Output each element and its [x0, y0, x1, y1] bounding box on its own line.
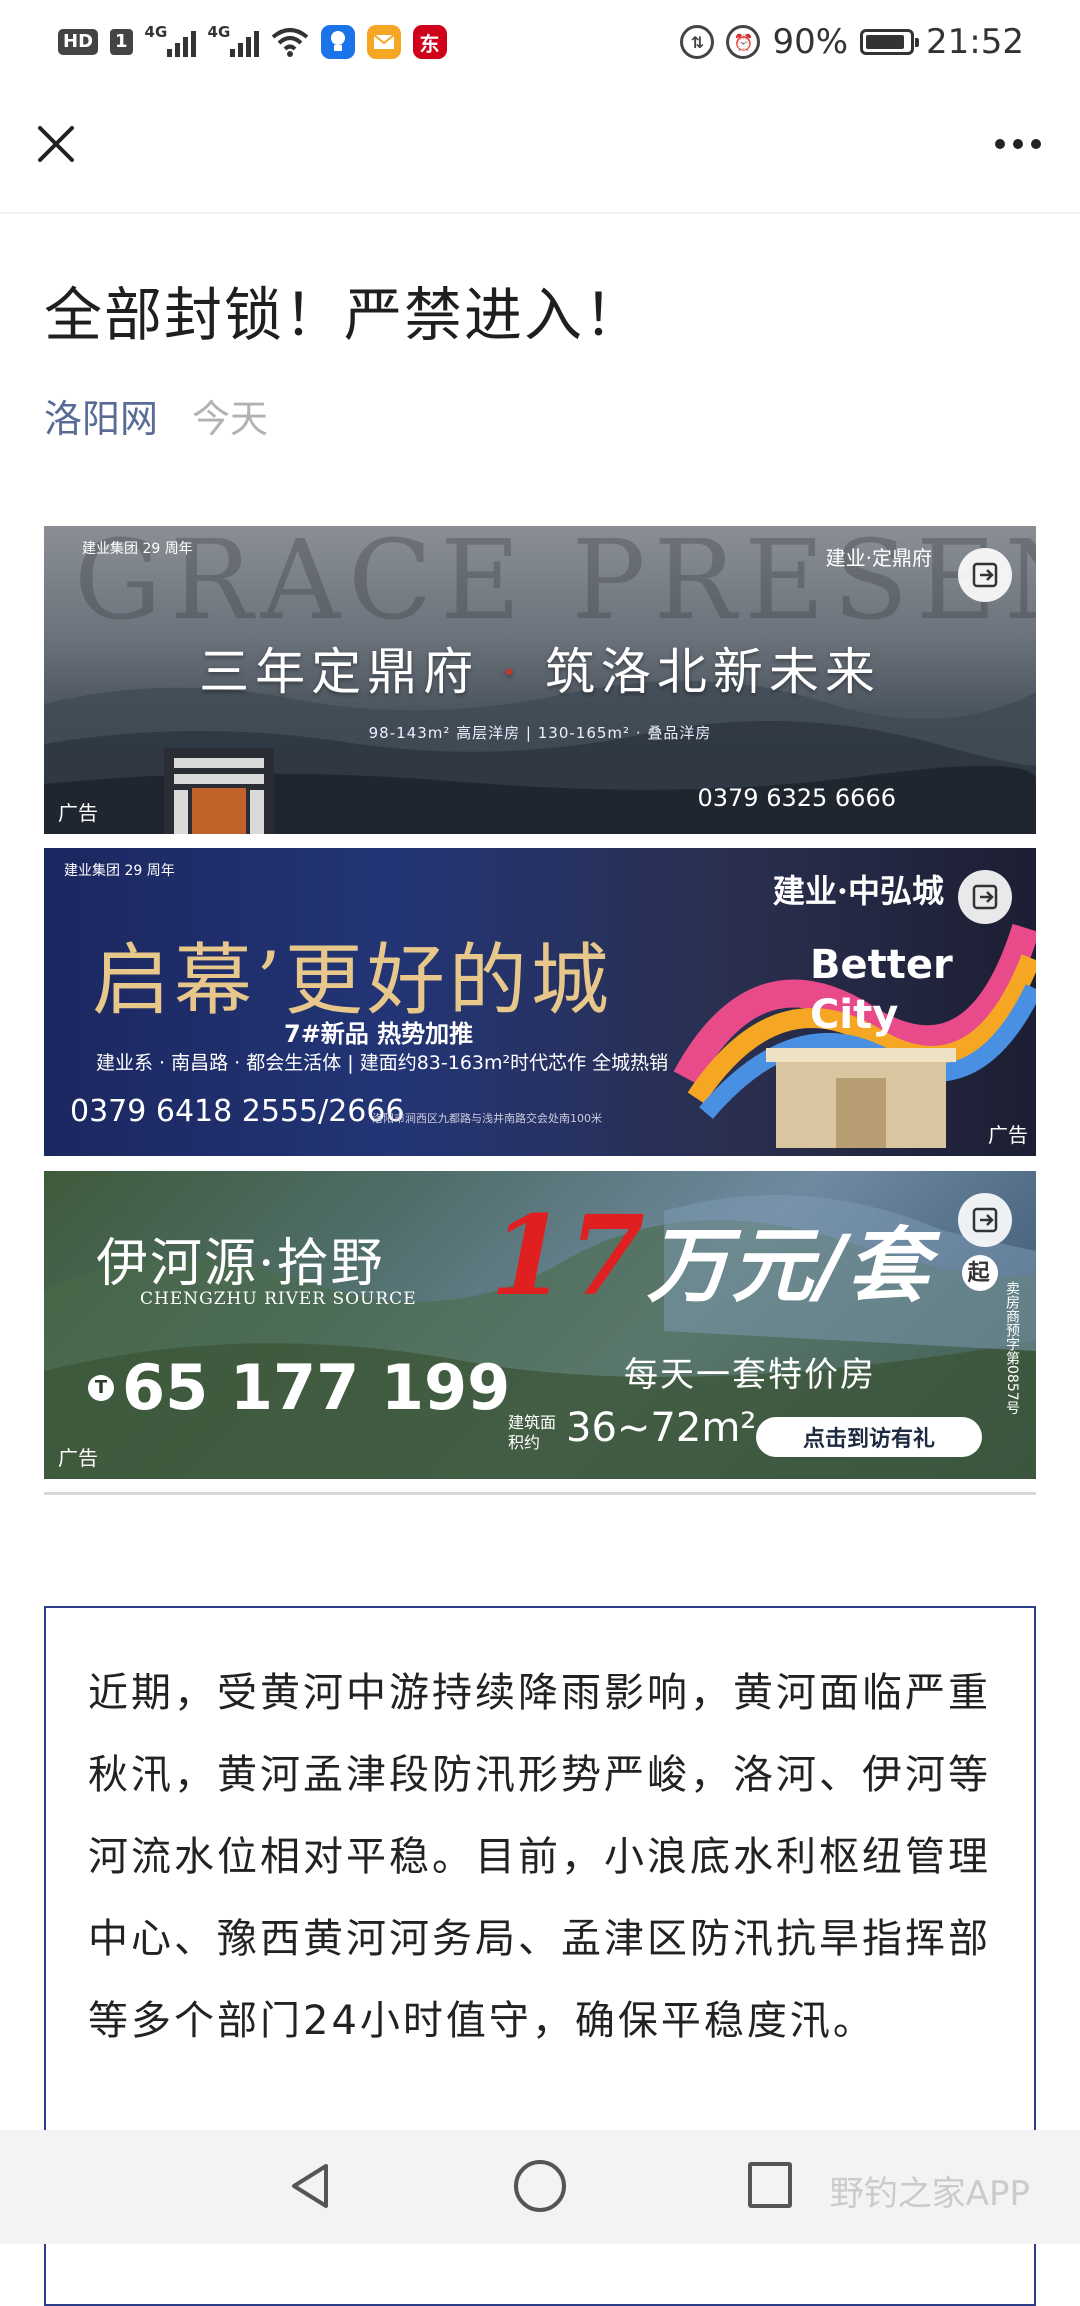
ad-price: 17万元/套 起 — [490, 1191, 998, 1320]
ad-area-label: 建筑面积约 — [508, 1413, 557, 1452]
alarm-icon: ⏰ — [726, 25, 761, 59]
ad-slogan: Better City — [810, 942, 953, 1038]
ad-exit-icon[interactable] — [958, 548, 1012, 602]
ad-phone: T 65 177 199 — [88, 1351, 510, 1424]
ad-banner-dingdingfu[interactable]: GRACE PRESENT 建业集团 29 周年 建业·定鼎府 三年定鼎府 · … — [44, 526, 1036, 834]
divider — [44, 1492, 1036, 1495]
ad-cta-button[interactable]: 点击到访有礼 — [756, 1417, 982, 1457]
ad-brand: 建业·定鼎府 — [825, 546, 932, 570]
network-type-label-2: 4G — [207, 23, 231, 41]
back-icon[interactable] — [284, 2158, 340, 2214]
data-saver-icon: ⇅ — [680, 25, 715, 59]
battery-percent: 90% — [772, 22, 849, 62]
watermark: 野钓之家APP — [829, 2174, 1030, 2214]
ad-phone: 0379 6418 2555/2666 — [70, 1094, 405, 1129]
ad-label: 广告 — [58, 1446, 98, 1470]
top-nav-bar — [0, 84, 1080, 214]
signal-icon: 4G — [145, 23, 196, 57]
bulb-app-icon — [320, 25, 355, 59]
ad-banner-zhonghongcheng[interactable]: 建业集团 29 周年 启幕’更好的城 7#新品 热势加推 建业系 · 南昌路 ·… — [44, 848, 1036, 1156]
article-meta: 洛阳网 今天 — [44, 388, 268, 443]
battery-icon — [860, 29, 920, 55]
ad-label: 广告 — [58, 801, 98, 825]
clock: 21:52 — [926, 22, 1024, 62]
wifi-icon — [271, 28, 308, 57]
ad-headline-part-b: 筑洛北新未来 — [544, 643, 881, 701]
ad-project-name-en: CHENGZHU RIVER SOURCE — [140, 1289, 417, 1309]
ad-project-name: 伊河源·拾野 — [96, 1234, 385, 1294]
sim-icon: 1 — [110, 29, 133, 55]
ad-phone-number: 65 177 199 — [122, 1351, 511, 1424]
ad-developer-logo: 建业集团 29 周年 — [64, 863, 175, 879]
status-bar: HD 1 4G 4G 东 ⇅ ⏰ 90% 21:52 — [0, 0, 1080, 84]
article-paragraph: 近期，受黄河中游持续降雨影响，黄河面临严重秋汛，黄河孟津段防汛形势严峻，洛河、伊… — [88, 1670, 991, 2044]
ad-headline-part-a: 三年定鼎府 — [199, 643, 480, 701]
ad-headline: 三年定鼎府 · 筑洛北新未来 — [44, 632, 1036, 704]
ad-price-number: 17 — [490, 1191, 648, 1320]
ad-price-suffix: 起 — [961, 1254, 998, 1291]
ad-daily-offer: 每天一套特价房 — [624, 1355, 876, 1395]
ad-exit-icon[interactable] — [958, 1193, 1012, 1247]
system-nav-bar: 野钓之家APP — [0, 2130, 1080, 2244]
signal-icon-2: 4G — [208, 23, 259, 57]
ad-subtitle: 7#新品 热势加推 — [284, 1020, 474, 1048]
ad-developer-logo: 建业集团 29 周年 — [82, 541, 193, 557]
ad-brand: 建业·中弘城 — [772, 872, 944, 910]
account-name-link[interactable]: 洛阳网 — [44, 388, 158, 443]
status-left: HD 1 4G 4G 东 — [58, 20, 447, 64]
close-icon[interactable] — [30, 118, 82, 170]
hd-voice-icon: HD — [58, 29, 99, 55]
ad-headline-dot: · — [501, 643, 523, 701]
mail-app-icon — [366, 25, 401, 59]
network-type-label: 4G — [144, 23, 168, 41]
recent-apps-icon[interactable] — [748, 2162, 792, 2208]
phone-icon: T — [88, 1374, 114, 1401]
news-app-icon: 东 — [412, 25, 447, 59]
ad-features: 建业系 · 南昌路 · 都会生活体 | 建面约83-163m²时代芯作 全城热销 — [96, 1052, 669, 1074]
more-options-icon[interactable] — [986, 124, 1050, 164]
battery-fill — [866, 35, 904, 49]
home-icon[interactable] — [514, 2160, 566, 2212]
ad-area: 36~72m² — [566, 1405, 757, 1451]
building-image — [164, 748, 274, 834]
ad-permit: 卖房商预字第0857号 — [1004, 1281, 1020, 1415]
publish-date: 今天 — [192, 397, 269, 441]
ad-address: 洛阳市涧西区九都路与浅井南路交会处南100米 — [372, 1112, 602, 1125]
ad-phone: 0379 6325 6666 — [697, 784, 897, 812]
ad-price-unit: 万元/套 — [647, 1218, 932, 1314]
article-title: 全部封锁！严禁进入！ — [44, 281, 645, 349]
ad-label: 广告 — [988, 1123, 1028, 1147]
ad-banner-yiheyuan[interactable]: 伊河源·拾野 CHENGZHU RIVER SOURCE T 65 177 19… — [44, 1171, 1036, 1479]
ad-exit-icon[interactable] — [958, 870, 1012, 924]
status-right: ⇅ ⏰ 90% 21:52 — [680, 20, 1024, 64]
